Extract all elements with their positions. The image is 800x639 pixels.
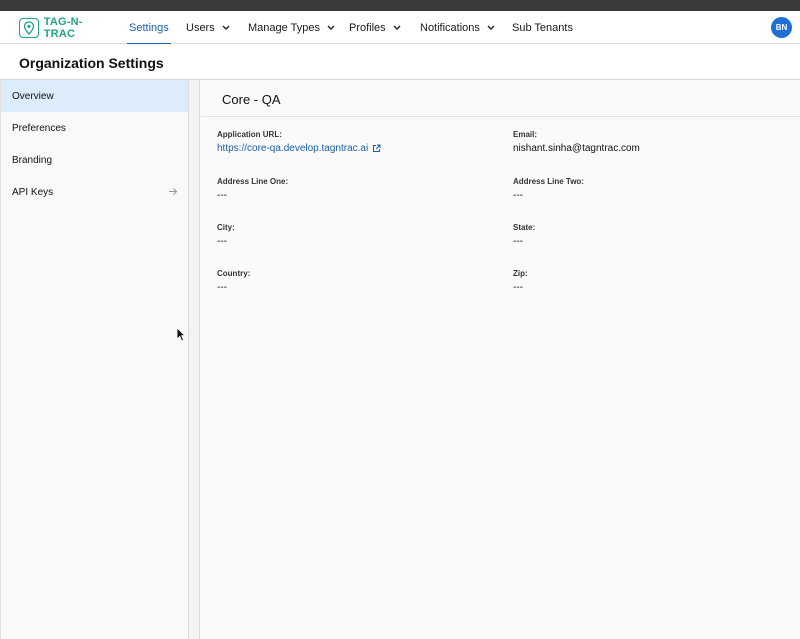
nav-profiles[interactable]: Profiles	[349, 11, 401, 44]
org-title-bar: Core - QA	[201, 80, 800, 117]
sidebar-item-overview[interactable]: Overview	[1, 80, 188, 112]
avatar-initials: BN	[775, 23, 788, 32]
city-value: ---	[217, 236, 227, 247]
application-url-value: https://core-qa.develop.tagntrac.ai	[217, 143, 369, 154]
nav-users-label: Users	[186, 21, 215, 34]
nav-sub-tenants[interactable]: Sub Tenants	[512, 11, 573, 44]
chevron-down-icon	[222, 25, 230, 30]
application-url-link[interactable]: https://core-qa.develop.tagntrac.ai	[217, 143, 381, 154]
nav-settings[interactable]: Settings	[127, 11, 171, 45]
overview-panel: Core - QA Application URL: https://core-…	[201, 80, 800, 639]
page-header: Organization Settings	[0, 44, 800, 80]
address-line-one-value: ---	[217, 190, 227, 201]
sidebar-item-api-keys[interactable]: API Keys	[1, 176, 188, 208]
arrow-right-icon	[168, 187, 178, 199]
nav-settings-label: Settings	[129, 21, 169, 34]
zip-label: Zip:	[513, 269, 528, 278]
nav-manage-types-label: Manage Types	[248, 21, 320, 34]
top-navbar: TAG-N-TRAC Settings Users Manage Types P…	[0, 11, 800, 45]
nav-sub-tenants-label: Sub Tenants	[512, 21, 573, 34]
org-name: Core - QA	[222, 92, 281, 107]
chevron-down-icon	[393, 25, 401, 30]
sidebar-item-label: Preferences	[12, 122, 66, 134]
sidebar-item-label: Branding	[12, 154, 53, 166]
nav-notifications-label: Notifications	[420, 21, 480, 34]
tag-n-trac-logo[interactable]: TAG-N-TRAC	[19, 15, 113, 40]
logo-text: TAG-N-TRAC	[43, 15, 83, 40]
nav-users[interactable]: Users	[186, 11, 230, 44]
application-url-label: Application URL:	[217, 130, 282, 139]
sidebar-item-label: Overview	[12, 90, 54, 102]
email-label: Email:	[513, 130, 538, 139]
window-top-strip	[0, 0, 800, 11]
country-value: ---	[217, 282, 227, 293]
state-label: State:	[513, 223, 536, 232]
sidebar-item-preferences[interactable]: Preferences	[1, 112, 188, 144]
nav-manage-types[interactable]: Manage Types	[248, 11, 335, 44]
external-link-icon	[373, 144, 381, 152]
address-line-two-value: ---	[513, 190, 523, 201]
nav-profiles-label: Profiles	[349, 21, 386, 34]
zip-value: ---	[513, 282, 523, 293]
address-line-two-label: Address Line Two:	[513, 177, 584, 186]
city-label: City:	[217, 223, 235, 232]
settings-sidebar: Overview Preferences Branding API Keys	[0, 80, 188, 639]
chevron-down-icon	[487, 25, 495, 30]
email-value: nishant.sinha@tagntrac.com	[513, 143, 640, 154]
nav-notifications[interactable]: Notifications	[420, 11, 495, 44]
user-avatar[interactable]: BN	[771, 17, 792, 38]
sidebar-item-label: API Keys	[12, 186, 54, 198]
panel-divider[interactable]	[188, 80, 200, 639]
chevron-down-icon	[327, 25, 335, 30]
address-line-one-label: Address Line One:	[217, 177, 289, 186]
sidebar-item-branding[interactable]: Branding	[1, 144, 188, 176]
location-pin-icon	[19, 17, 39, 38]
state-value: ---	[513, 236, 523, 247]
page-title: Organization Settings	[19, 55, 164, 71]
country-label: Country:	[217, 269, 251, 278]
mouse-pointer-icon	[176, 327, 186, 347]
